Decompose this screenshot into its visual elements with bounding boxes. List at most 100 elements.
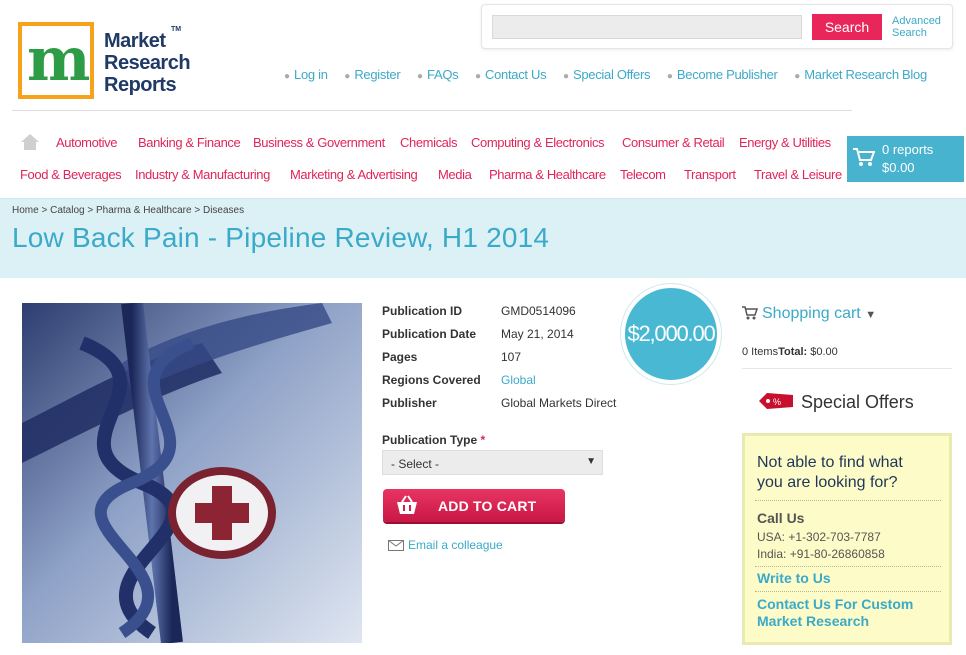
dropdown-arrow-icon: ▼ (586, 456, 596, 467)
bullet-icon: ● (474, 71, 482, 82)
envelope-icon (388, 540, 404, 551)
breadcrumb-catalog[interactable]: Catalog (50, 205, 84, 216)
nav-automotive[interactable]: Automotive (56, 135, 117, 150)
header-cart[interactable]: 0 reports $0.00 (847, 136, 964, 182)
category-row-1: Automotive Banking & Finance Business & … (0, 135, 850, 153)
header-divider (12, 110, 852, 111)
login-link[interactable]: Log in (294, 67, 328, 82)
detail-label: Publisher (382, 396, 437, 410)
cart-total-value: $0.00 (810, 346, 838, 358)
sidebar-divider (742, 368, 952, 369)
special-offers-link[interactable]: Special Offers (573, 67, 651, 82)
nav-business-government[interactable]: Business & Government (253, 135, 385, 150)
logo-text: Market Research Reports (104, 30, 191, 96)
logo-line-1: Market (104, 30, 166, 52)
bullet-icon: ● (562, 71, 569, 82)
cart-items: 0 Items (742, 346, 779, 358)
cart-report-count: 0 reports (882, 142, 934, 157)
email-colleague-link[interactable]: Email a colleague (388, 538, 503, 552)
svg-text:%: % (773, 397, 781, 407)
breadcrumb-diseases[interactable]: Diseases (203, 205, 244, 216)
detail-row-publication-date: Publication Date May 21, 2014 (382, 327, 662, 347)
bullet-icon: ● (284, 71, 291, 82)
contact-us-link[interactable]: Contact Us (485, 67, 547, 82)
breadcrumb: Home > Catalog > Pharma & Healthcare > D… (12, 205, 244, 216)
custom-research-line-2: Market Research (757, 613, 870, 629)
detail-row-pages: Pages 107 (382, 350, 662, 370)
help-box: Not able to find what you are looking fo… (742, 433, 952, 645)
detail-row-publication-id: Publication ID GMD0514096 (382, 304, 662, 324)
nav-industry-manufacturing[interactable]: Industry & Manufacturing (135, 167, 270, 182)
help-question-line-2: you are looking for? (757, 474, 898, 491)
advanced-search-line-2: Search (892, 27, 927, 39)
blog-link[interactable]: Market Research Blog (804, 67, 927, 82)
breadcrumb-pharma[interactable]: Pharma & Healthcare (96, 205, 192, 216)
register-link[interactable]: Register (354, 67, 400, 82)
nav-travel-leisure[interactable]: Travel & Leisure (754, 167, 842, 182)
detail-value: May 21, 2014 (501, 327, 574, 341)
basket-icon (397, 495, 417, 514)
nav-computing-electronics[interactable]: Computing & Electronics (471, 135, 605, 150)
breadcrumb-separator: > (87, 205, 94, 216)
bullet-icon: ● (344, 71, 351, 82)
detail-value: GMD0514096 (501, 304, 576, 318)
search-box: Search Advanced Search (481, 4, 953, 49)
product-image (22, 303, 362, 643)
help-divider (755, 591, 941, 592)
detail-value: 107 (501, 350, 522, 364)
faqs-link[interactable]: FAQs (427, 67, 459, 82)
site-logo[interactable]: m Market Research Reports TM (18, 22, 198, 102)
add-to-cart-label: ADD TO CART (438, 498, 537, 514)
logo-letter: m (27, 25, 91, 95)
bullet-icon: ● (666, 71, 673, 82)
price-badge: $2,000.00 (621, 284, 721, 384)
help-question: Not able to find what you are looking fo… (757, 453, 903, 493)
nav-marketing-advertising[interactable]: Marketing & Advertising (290, 167, 418, 182)
cart-amount: $0.00 (882, 160, 915, 175)
publication-type-label: Publication Type * (382, 433, 485, 447)
logo-mark: m (18, 22, 94, 99)
nav-food-beverages[interactable]: Food & Beverages (20, 167, 122, 182)
cart-total-label: Total: (778, 346, 808, 358)
nav-chemicals[interactable]: Chemicals (400, 135, 457, 150)
cart-icon (742, 306, 759, 320)
nav-telecom[interactable]: Telecom (620, 167, 666, 182)
become-publisher-link[interactable]: Become Publisher (677, 67, 778, 82)
email-colleague-text: Email a colleague (408, 538, 503, 552)
advanced-search-line-1: Advanced (892, 15, 941, 27)
publication-type-select[interactable]: - Select - ▼ (382, 450, 603, 475)
detail-row-regions: Regions Covered Global (382, 373, 662, 393)
nav-pharma-healthcare[interactable]: Pharma & Healthcare (489, 167, 606, 182)
cart-icon (853, 148, 875, 166)
call-us-heading: Call Us (757, 510, 805, 526)
nav-transport[interactable]: Transport (684, 167, 736, 182)
add-to-cart-button[interactable]: ADD TO CART (383, 489, 565, 522)
logo-line-3: Reports (104, 74, 177, 96)
write-to-us-link[interactable]: Write to Us (757, 570, 831, 587)
top-links: ● Log in ● Register ● FAQs ● Contact Us ● Spe… (284, 67, 940, 82)
breadcrumb-separator: > (194, 205, 201, 216)
nav-energy-utilities[interactable]: Energy & Utilities (739, 135, 831, 150)
region-link[interactable]: Global (501, 373, 536, 387)
nav-consumer-retail[interactable]: Consumer & Retail (622, 135, 725, 150)
breadcrumb-home[interactable]: Home (12, 205, 39, 216)
nav-media[interactable]: Media (438, 167, 472, 182)
phone-india: India: +91-80-26860858 (757, 547, 885, 561)
detail-label: Publication Date (382, 327, 477, 341)
custom-research-link[interactable]: Contact Us For Custom Market Research (757, 596, 913, 630)
detail-value: Global Markets Direct (501, 396, 617, 410)
chevron-down-icon: ▼ (865, 309, 877, 321)
search-button[interactable]: Search (812, 14, 882, 40)
logo-line-2: Research (104, 52, 191, 74)
breadcrumb-separator: > (41, 205, 48, 216)
special-offers-link[interactable]: % Special Offers (757, 391, 914, 413)
bullet-icon: ● (794, 71, 801, 82)
bullet-icon: ● (416, 71, 424, 82)
search-input[interactable] (492, 15, 802, 39)
nav-banking-finance[interactable]: Banking & Finance (138, 135, 241, 150)
advanced-search-link[interactable]: Advanced Search (892, 15, 941, 39)
logo-trademark: TM (171, 26, 182, 33)
price-tag-icon: % (759, 393, 793, 409)
help-question-line-1: Not able to find what (757, 454, 903, 471)
shopping-cart-heading[interactable]: Shopping cart ▼ (742, 305, 876, 323)
